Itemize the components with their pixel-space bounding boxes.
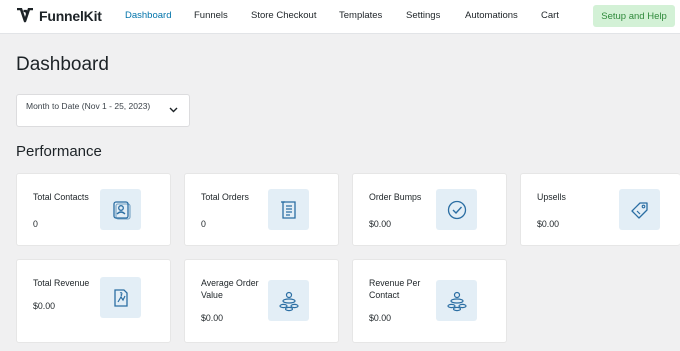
card-total-revenue[interactable]: Total Revenue $0.00 <box>16 259 171 343</box>
section-title-performance: Performance <box>16 143 102 160</box>
card-order-bumps[interactable]: Order Bumps $0.00 <box>352 173 507 246</box>
orders-icon <box>268 189 309 230</box>
nav-cart[interactable]: Cart <box>541 10 559 21</box>
card-value: $0.00 <box>33 301 56 311</box>
revenue-icon <box>100 277 141 318</box>
card-value: $0.00 <box>537 219 560 229</box>
contacts-icon <box>100 189 141 230</box>
tag-icon <box>619 189 660 230</box>
card-value: $0.00 <box>201 313 224 323</box>
top-navigation-bar: FunnelKit Dashboard Funnels Store Checko… <box>0 0 680 34</box>
chevron-down-icon <box>169 107 178 113</box>
date-range-select[interactable]: Month to Date (Nov 1 - 25, 2023) <box>16 94 190 127</box>
nav-templates[interactable]: Templates <box>339 10 382 21</box>
page-title: Dashboard <box>16 54 109 75</box>
card-total-contacts[interactable]: Total Contacts 0 <box>16 173 171 246</box>
card-label: Upsells <box>537 192 566 202</box>
coins-icon <box>436 280 477 321</box>
card-average-order-value[interactable]: Average Order Value $0.00 <box>184 259 339 343</box>
nav-store-checkout[interactable]: Store Checkout <box>251 10 316 21</box>
brand-logo[interactable]: FunnelKit <box>17 8 102 24</box>
nav-automations[interactable]: Automations <box>465 10 518 21</box>
card-value: 0 <box>201 219 206 229</box>
setup-and-help-button[interactable]: Setup and Help <box>593 5 675 27</box>
coins-icon <box>268 280 309 321</box>
nav-settings[interactable]: Settings <box>406 10 440 21</box>
card-value: $0.00 <box>369 219 392 229</box>
card-total-orders[interactable]: Total Orders 0 <box>184 173 339 246</box>
date-range-value: Month to Date (Nov 1 - 25, 2023) <box>26 101 151 111</box>
card-upsells[interactable]: Upsells $0.00 <box>520 173 680 246</box>
funnelkit-logo-icon <box>17 8 33 23</box>
card-value: 0 <box>33 219 38 229</box>
check-circle-icon <box>436 189 477 230</box>
nav-dashboard[interactable]: Dashboard <box>125 10 171 21</box>
card-revenue-per-contact[interactable]: Revenue Per Contact $0.00 <box>352 259 507 343</box>
card-value: $0.00 <box>369 313 392 323</box>
nav-funnels[interactable]: Funnels <box>194 10 228 21</box>
brand-name: FunnelKit <box>39 8 102 24</box>
